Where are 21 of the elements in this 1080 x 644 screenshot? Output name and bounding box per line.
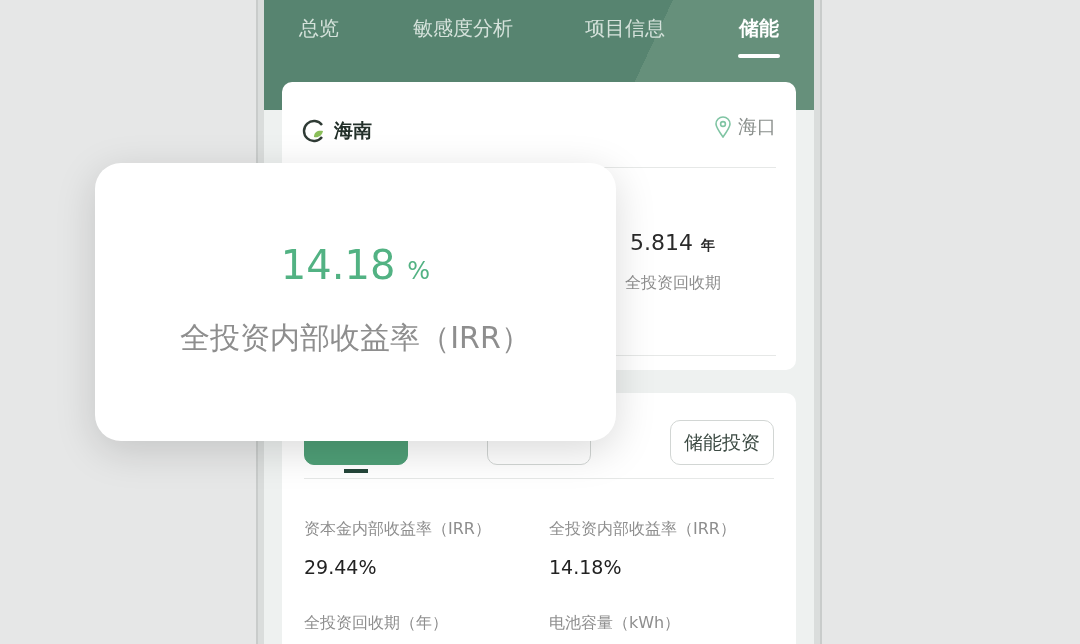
stat-unit: 年 (701, 236, 715, 255)
irr-unit: % (407, 256, 431, 287)
tab[interactable]: 项目信息 (585, 14, 666, 58)
tab[interactable]: 总览 (298, 14, 340, 58)
stat-value: 5.814 (630, 229, 693, 257)
irr-label: 全投资内部收益率（IRR） (180, 319, 531, 357)
province-label: 海南 (334, 118, 372, 144)
irr-value: 14.18 (280, 241, 396, 289)
tab[interactable]: 敏感度分析 (412, 14, 513, 58)
metric-label: 资本金内部收益率（IRR） (304, 518, 492, 540)
metric-label: 全投资内部收益率（IRR） (549, 518, 737, 540)
segment-button[interactable]: 储能投资 (670, 420, 774, 465)
stat-label: 全投资回收期 (624, 272, 721, 294)
metric-value: 29.44% (304, 555, 378, 580)
metric-value: 14.18% (549, 555, 623, 580)
metric-label: 电池容量（kWh） (549, 612, 682, 634)
tab[interactable]: 储能 (737, 14, 780, 58)
city-label: 海口 (738, 114, 776, 140)
location-pin-icon (714, 115, 732, 138)
logo-icon (302, 118, 326, 143)
metric-label: 全投资回收期（年） (304, 612, 449, 634)
